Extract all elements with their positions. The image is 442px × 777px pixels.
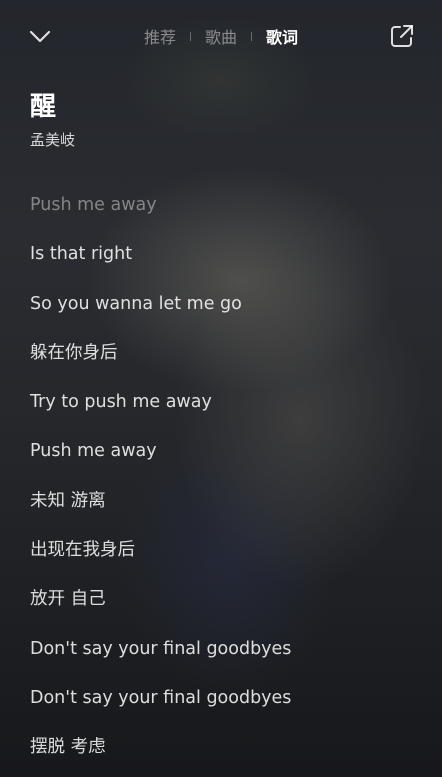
tab-divider [189, 31, 191, 41]
tab-divider [251, 31, 252, 41]
lyric-line[interactable]: 未知 游离 [30, 486, 420, 535]
lyric-line[interactable]: Push me away [30, 436, 420, 485]
lyric-line[interactable]: 出现在我身后 [30, 535, 420, 584]
lyric-line[interactable]: 放开 自己 [30, 584, 420, 633]
tab-lyrics[interactable]: 歌词 [266, 24, 298, 48]
tab-recommend[interactable]: 推荐 [144, 24, 176, 48]
lyric-line[interactable]: Is that right [30, 239, 420, 288]
lyric-line[interactable]: So you wanna let me go [30, 289, 420, 338]
lyrics-screen: 推荐 歌曲 歌词 醒 孟美岐 Push me away Is that right … [0, 0, 442, 777]
lyric-line[interactable]: 摆脱 考虑 [30, 732, 420, 777]
lyric-line[interactable]: Don't say your final goodbyes [30, 634, 420, 683]
share-external-icon[interactable] [388, 22, 416, 50]
lyric-line[interactable]: Try to push me away [30, 387, 420, 436]
lyric-line[interactable]: Push me away [30, 190, 420, 239]
lyrics-list: Push me away Is that right So you wanna … [30, 190, 420, 777]
lyric-line[interactable]: 躲在你身后 [30, 338, 420, 387]
tab-bar: 推荐 歌曲 歌词 [0, 24, 442, 48]
song-info: 醒 孟美岐 [30, 90, 75, 150]
tab-song[interactable]: 歌曲 [205, 24, 237, 48]
song-artist[interactable]: 孟美岐 [30, 130, 75, 150]
top-bar: 推荐 歌曲 歌词 [0, 0, 442, 72]
lyric-line[interactable]: Don't say your final goodbyes [30, 683, 420, 732]
song-title: 醒 [30, 92, 57, 122]
